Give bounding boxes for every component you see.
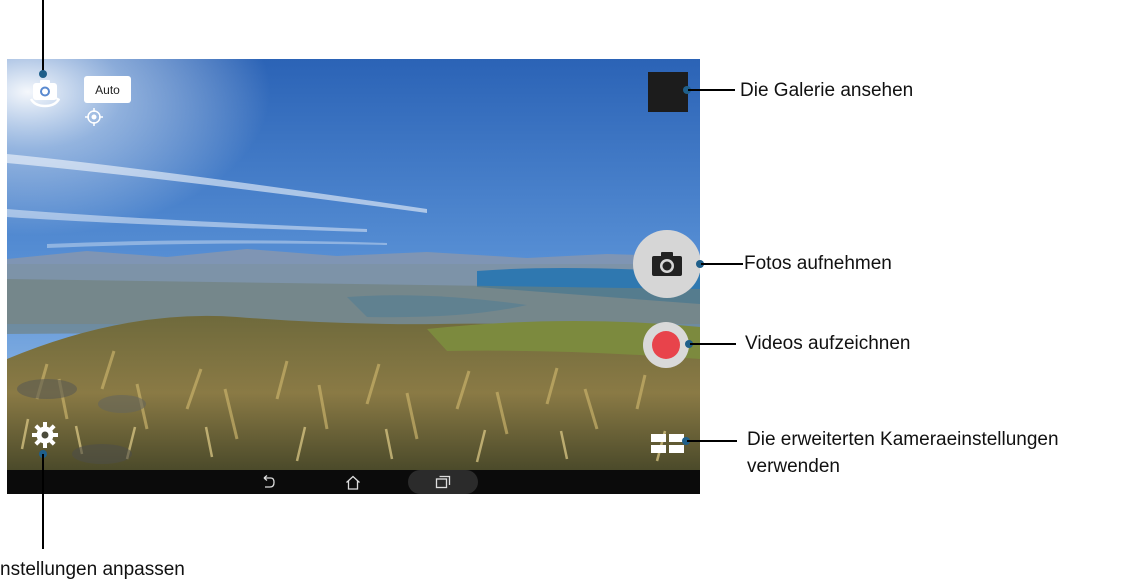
camera-screen: Auto bbox=[7, 59, 700, 494]
callout-line-switch bbox=[42, 0, 44, 72]
record-dot-icon bbox=[652, 331, 680, 359]
gallery-thumbnail[interactable] bbox=[648, 72, 688, 112]
navigation-bar bbox=[7, 470, 700, 494]
home-icon bbox=[346, 475, 360, 490]
callout-photo-label: Fotos aufnehmen bbox=[744, 253, 892, 274]
record-video-button[interactable] bbox=[643, 322, 689, 368]
camera-icon bbox=[652, 252, 682, 276]
callout-dot-switch bbox=[39, 70, 47, 78]
callout-line-video bbox=[690, 343, 736, 345]
nav-back[interactable] bbox=[247, 470, 287, 494]
focus-target-icon bbox=[85, 108, 103, 126]
grid-modes-icon[interactable] bbox=[650, 433, 686, 455]
gear-icon[interactable] bbox=[32, 422, 58, 448]
callout-line-advanced bbox=[687, 440, 737, 442]
callout-settings-label: nstellungen anpassen bbox=[0, 559, 185, 580]
scene-mode-badge[interactable]: Auto bbox=[84, 76, 131, 103]
recents-icon bbox=[435, 475, 451, 489]
callout-line-settings bbox=[42, 454, 44, 549]
callout-advanced-label-2: verwenden bbox=[747, 456, 840, 477]
callout-video-label: Videos aufzeichnen bbox=[745, 333, 911, 354]
callout-line-photo bbox=[701, 263, 743, 265]
nav-home[interactable] bbox=[333, 470, 373, 494]
capture-photo-button[interactable] bbox=[633, 230, 700, 298]
back-icon bbox=[263, 475, 275, 488]
callout-gallery-label: Die Galerie ansehen bbox=[740, 80, 914, 101]
camera-switch-icon[interactable] bbox=[27, 77, 63, 109]
viewfinder bbox=[7, 59, 700, 470]
callout-line-gallery bbox=[688, 89, 735, 91]
callout-advanced-label-1: Die erweiterten Kameraeinstellungen bbox=[747, 429, 1059, 450]
nav-recents[interactable] bbox=[408, 470, 478, 494]
